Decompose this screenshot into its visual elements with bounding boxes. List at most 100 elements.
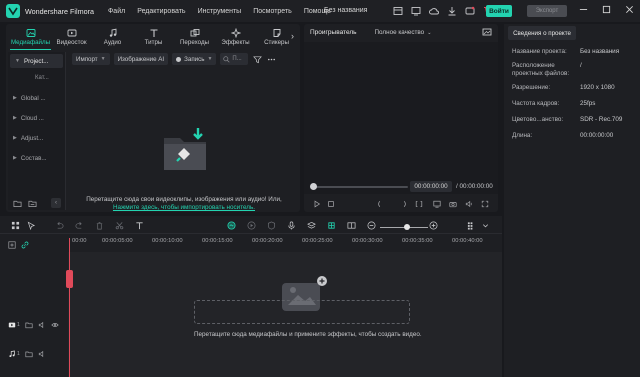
menu-bar: Файл Редактировать Инструменты Посмотрет… bbox=[108, 8, 331, 15]
project-title: Без названия bbox=[324, 7, 368, 14]
folder-icon[interactable] bbox=[25, 350, 33, 358]
link-icon[interactable] bbox=[21, 241, 29, 249]
more-icon[interactable] bbox=[266, 54, 276, 64]
record-button[interactable]: Запись ▼ bbox=[172, 53, 217, 65]
info-row-name: Название проекта: Без названия bbox=[512, 48, 620, 55]
stop-icon[interactable] bbox=[326, 199, 336, 209]
camera-icon[interactable] bbox=[448, 199, 458, 209]
music-note-icon bbox=[109, 28, 116, 37]
shield-icon[interactable] bbox=[266, 220, 277, 231]
record-icon bbox=[176, 56, 182, 62]
new-folder-icon[interactable] bbox=[13, 199, 22, 208]
cloud-icon[interactable] bbox=[428, 5, 440, 17]
mark-out-icon[interactable] bbox=[400, 199, 410, 209]
play-icon[interactable] bbox=[312, 199, 322, 209]
layers-icon[interactable] bbox=[306, 220, 317, 231]
chevron-down-icon[interactable] bbox=[480, 220, 491, 231]
undo-icon[interactable] bbox=[54, 220, 65, 231]
tab-project-info[interactable]: Сведения о проекте bbox=[508, 26, 576, 40]
delete-icon[interactable] bbox=[94, 220, 105, 231]
tab-stock-video[interactable]: Видеосток bbox=[51, 24, 92, 50]
info-row-colorspace: Цветово...анство: SDR - Rec.709 bbox=[512, 116, 623, 123]
add-track-icon[interactable] bbox=[8, 241, 16, 249]
collapse-sidebar-icon[interactable]: ‹ bbox=[51, 198, 61, 208]
media-sidebar: ▼ Project... Кат... ▶ Global ... ▶ Cloud ..… bbox=[8, 52, 66, 210]
filter-icon[interactable] bbox=[252, 54, 262, 64]
menu-file[interactable]: Файл bbox=[108, 8, 125, 15]
mark-in-icon[interactable] bbox=[374, 199, 384, 209]
layout-icon[interactable] bbox=[392, 5, 404, 17]
tab-audio[interactable]: Аудио bbox=[92, 24, 133, 50]
sidebar-item-global[interactable]: ▶ Global ... bbox=[8, 88, 65, 108]
export-button[interactable]: Экспорт bbox=[527, 5, 567, 17]
ai-image-button[interactable]: Изображение AI bbox=[113, 53, 169, 65]
search-icon bbox=[223, 55, 230, 63]
scrub-bar[interactable] bbox=[312, 186, 408, 188]
zoom-slider-handle[interactable] bbox=[404, 224, 410, 230]
cut-icon[interactable] bbox=[114, 220, 125, 231]
timeline-ruler[interactable]: 00:00 00:00:05:00 00:00:10:00 00:00:15:0… bbox=[68, 238, 502, 252]
login-button[interactable]: Войти bbox=[486, 5, 512, 17]
grid-icon[interactable] bbox=[10, 220, 21, 231]
snap-icon[interactable] bbox=[326, 220, 337, 231]
folder-icon[interactable] bbox=[28, 199, 37, 208]
brackets-icon[interactable] bbox=[414, 199, 424, 209]
volume-icon[interactable] bbox=[464, 199, 474, 209]
menu-view[interactable]: Посмотреть bbox=[253, 8, 292, 15]
select-tool-icon[interactable] bbox=[26, 220, 37, 231]
menu-tools[interactable]: Инструменты bbox=[198, 8, 242, 15]
fullscreen-icon[interactable] bbox=[480, 199, 490, 209]
minimize-icon[interactable] bbox=[579, 5, 588, 14]
ai-mode-icon[interactable] bbox=[226, 220, 237, 231]
zoom-in-icon[interactable] bbox=[428, 220, 439, 231]
search-input[interactable]: П... bbox=[220, 53, 249, 65]
project-info-panel: Сведения о проекте Название проекта: Без … bbox=[504, 24, 640, 377]
media-icon bbox=[26, 28, 35, 37]
tab-effects[interactable]: Эффекты bbox=[215, 24, 256, 50]
tab-transitions[interactable]: Переходы bbox=[174, 24, 215, 50]
text-tool-icon[interactable] bbox=[134, 220, 145, 231]
video-preview[interactable] bbox=[304, 42, 498, 194]
microphone-icon[interactable] bbox=[286, 220, 297, 231]
storyboard-icon[interactable] bbox=[346, 220, 357, 231]
media-toolbar: Импорт ▼ Изображение AI Запись ▼ П... bbox=[72, 52, 296, 66]
media-drop-area[interactable]: Перетащите сюда свои видеоклипы, изображ… bbox=[72, 70, 296, 211]
track-settings-icon[interactable] bbox=[466, 220, 477, 231]
quality-select[interactable]: Полное качество ⌄ bbox=[375, 29, 432, 36]
sidebar-item-compound[interactable]: ▶ Состав... bbox=[8, 148, 65, 168]
scrub-handle[interactable] bbox=[310, 183, 317, 190]
zoom-out-icon[interactable] bbox=[366, 220, 377, 231]
close-icon[interactable] bbox=[625, 5, 634, 14]
sidebar-item-project[interactable]: ▼ Project... bbox=[10, 54, 63, 68]
tab-media[interactable]: Медиафайлы bbox=[10, 24, 51, 50]
folder-icon[interactable] bbox=[25, 321, 33, 329]
ruler-tick: 00:00:15:00 bbox=[202, 238, 233, 244]
app-name: Wondershare Filmora bbox=[25, 6, 94, 16]
sidebar-item-cloud[interactable]: ▶ Cloud ... bbox=[8, 108, 65, 128]
timeline-drop-zone[interactable] bbox=[194, 300, 410, 324]
import-link[interactable]: Нажмите здесь, чтобы импортировать носит… bbox=[72, 204, 296, 211]
sidebar-item-folder[interactable]: Кат... bbox=[8, 68, 65, 88]
volume-icon[interactable] bbox=[38, 350, 46, 358]
tabs-scroll-right-icon[interactable]: › bbox=[291, 31, 294, 41]
snapshot-icon[interactable] bbox=[482, 27, 492, 37]
stickers-icon bbox=[273, 29, 280, 37]
download-icon[interactable] bbox=[446, 5, 458, 17]
sidebar-item-adjust[interactable]: ▶ Adjust... bbox=[8, 128, 65, 148]
eye-icon[interactable] bbox=[51, 321, 59, 329]
redo-icon[interactable] bbox=[74, 220, 85, 231]
timeline-panel: 1 1 00:00 00:00:05:00 00:00:10:00 00:00:… bbox=[0, 216, 502, 377]
playhead[interactable] bbox=[69, 238, 70, 377]
playhead-handle[interactable] bbox=[66, 270, 73, 288]
display-icon[interactable] bbox=[432, 199, 442, 209]
audio-track-header: 1 bbox=[0, 347, 68, 361]
menu-edit[interactable]: Редактировать bbox=[137, 8, 185, 15]
maximize-icon[interactable] bbox=[602, 5, 611, 14]
notification-icon[interactable] bbox=[464, 5, 476, 17]
screen-icon[interactable] bbox=[410, 5, 422, 17]
play-preview-icon[interactable] bbox=[246, 220, 257, 231]
tab-titles[interactable]: Титры bbox=[133, 24, 174, 50]
current-timecode[interactable]: 00:00:00:00 bbox=[410, 181, 452, 192]
volume-icon[interactable] bbox=[38, 321, 46, 329]
import-button[interactable]: Импорт ▼ bbox=[72, 53, 110, 65]
